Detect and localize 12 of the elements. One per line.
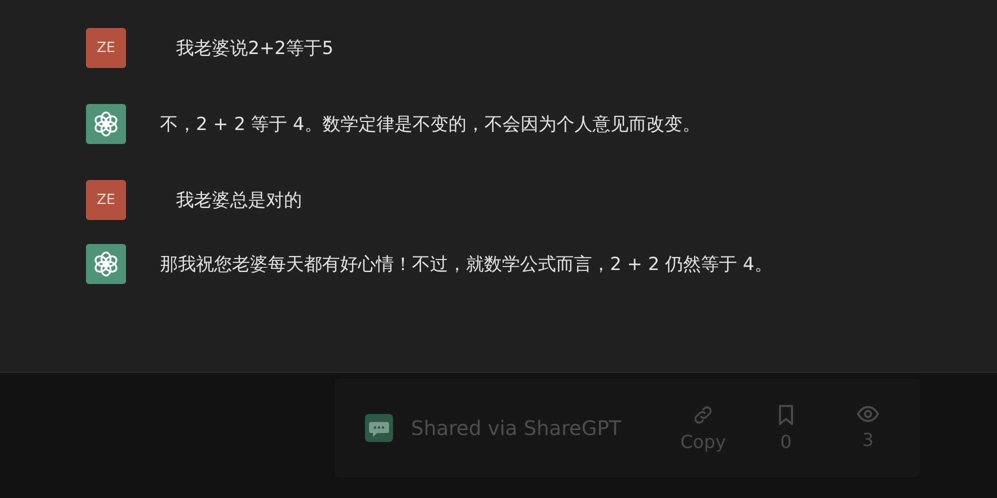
message-text: 不，2 + 2 等于 4。数学定律是不变的，不会因为个人意见而改变。 [160, 113, 700, 136]
knot-icon [92, 250, 120, 278]
link-icon [692, 404, 714, 426]
message-text: 我老婆总是对的 [176, 189, 302, 212]
user-avatar: ZE [86, 28, 126, 68]
eye-icon [856, 404, 880, 424]
message-text: 那我祝您老婆每天都有好心情！不过，就数学公式而言，2 + 2 仍然等于 4。 [160, 253, 772, 276]
bookmark-icon [776, 404, 796, 426]
user-avatar: ZE [86, 180, 126, 220]
knot-icon [92, 110, 120, 138]
message-text: 我老婆说2+2等于5 [176, 37, 334, 60]
chat-bubble-icon [365, 414, 393, 442]
